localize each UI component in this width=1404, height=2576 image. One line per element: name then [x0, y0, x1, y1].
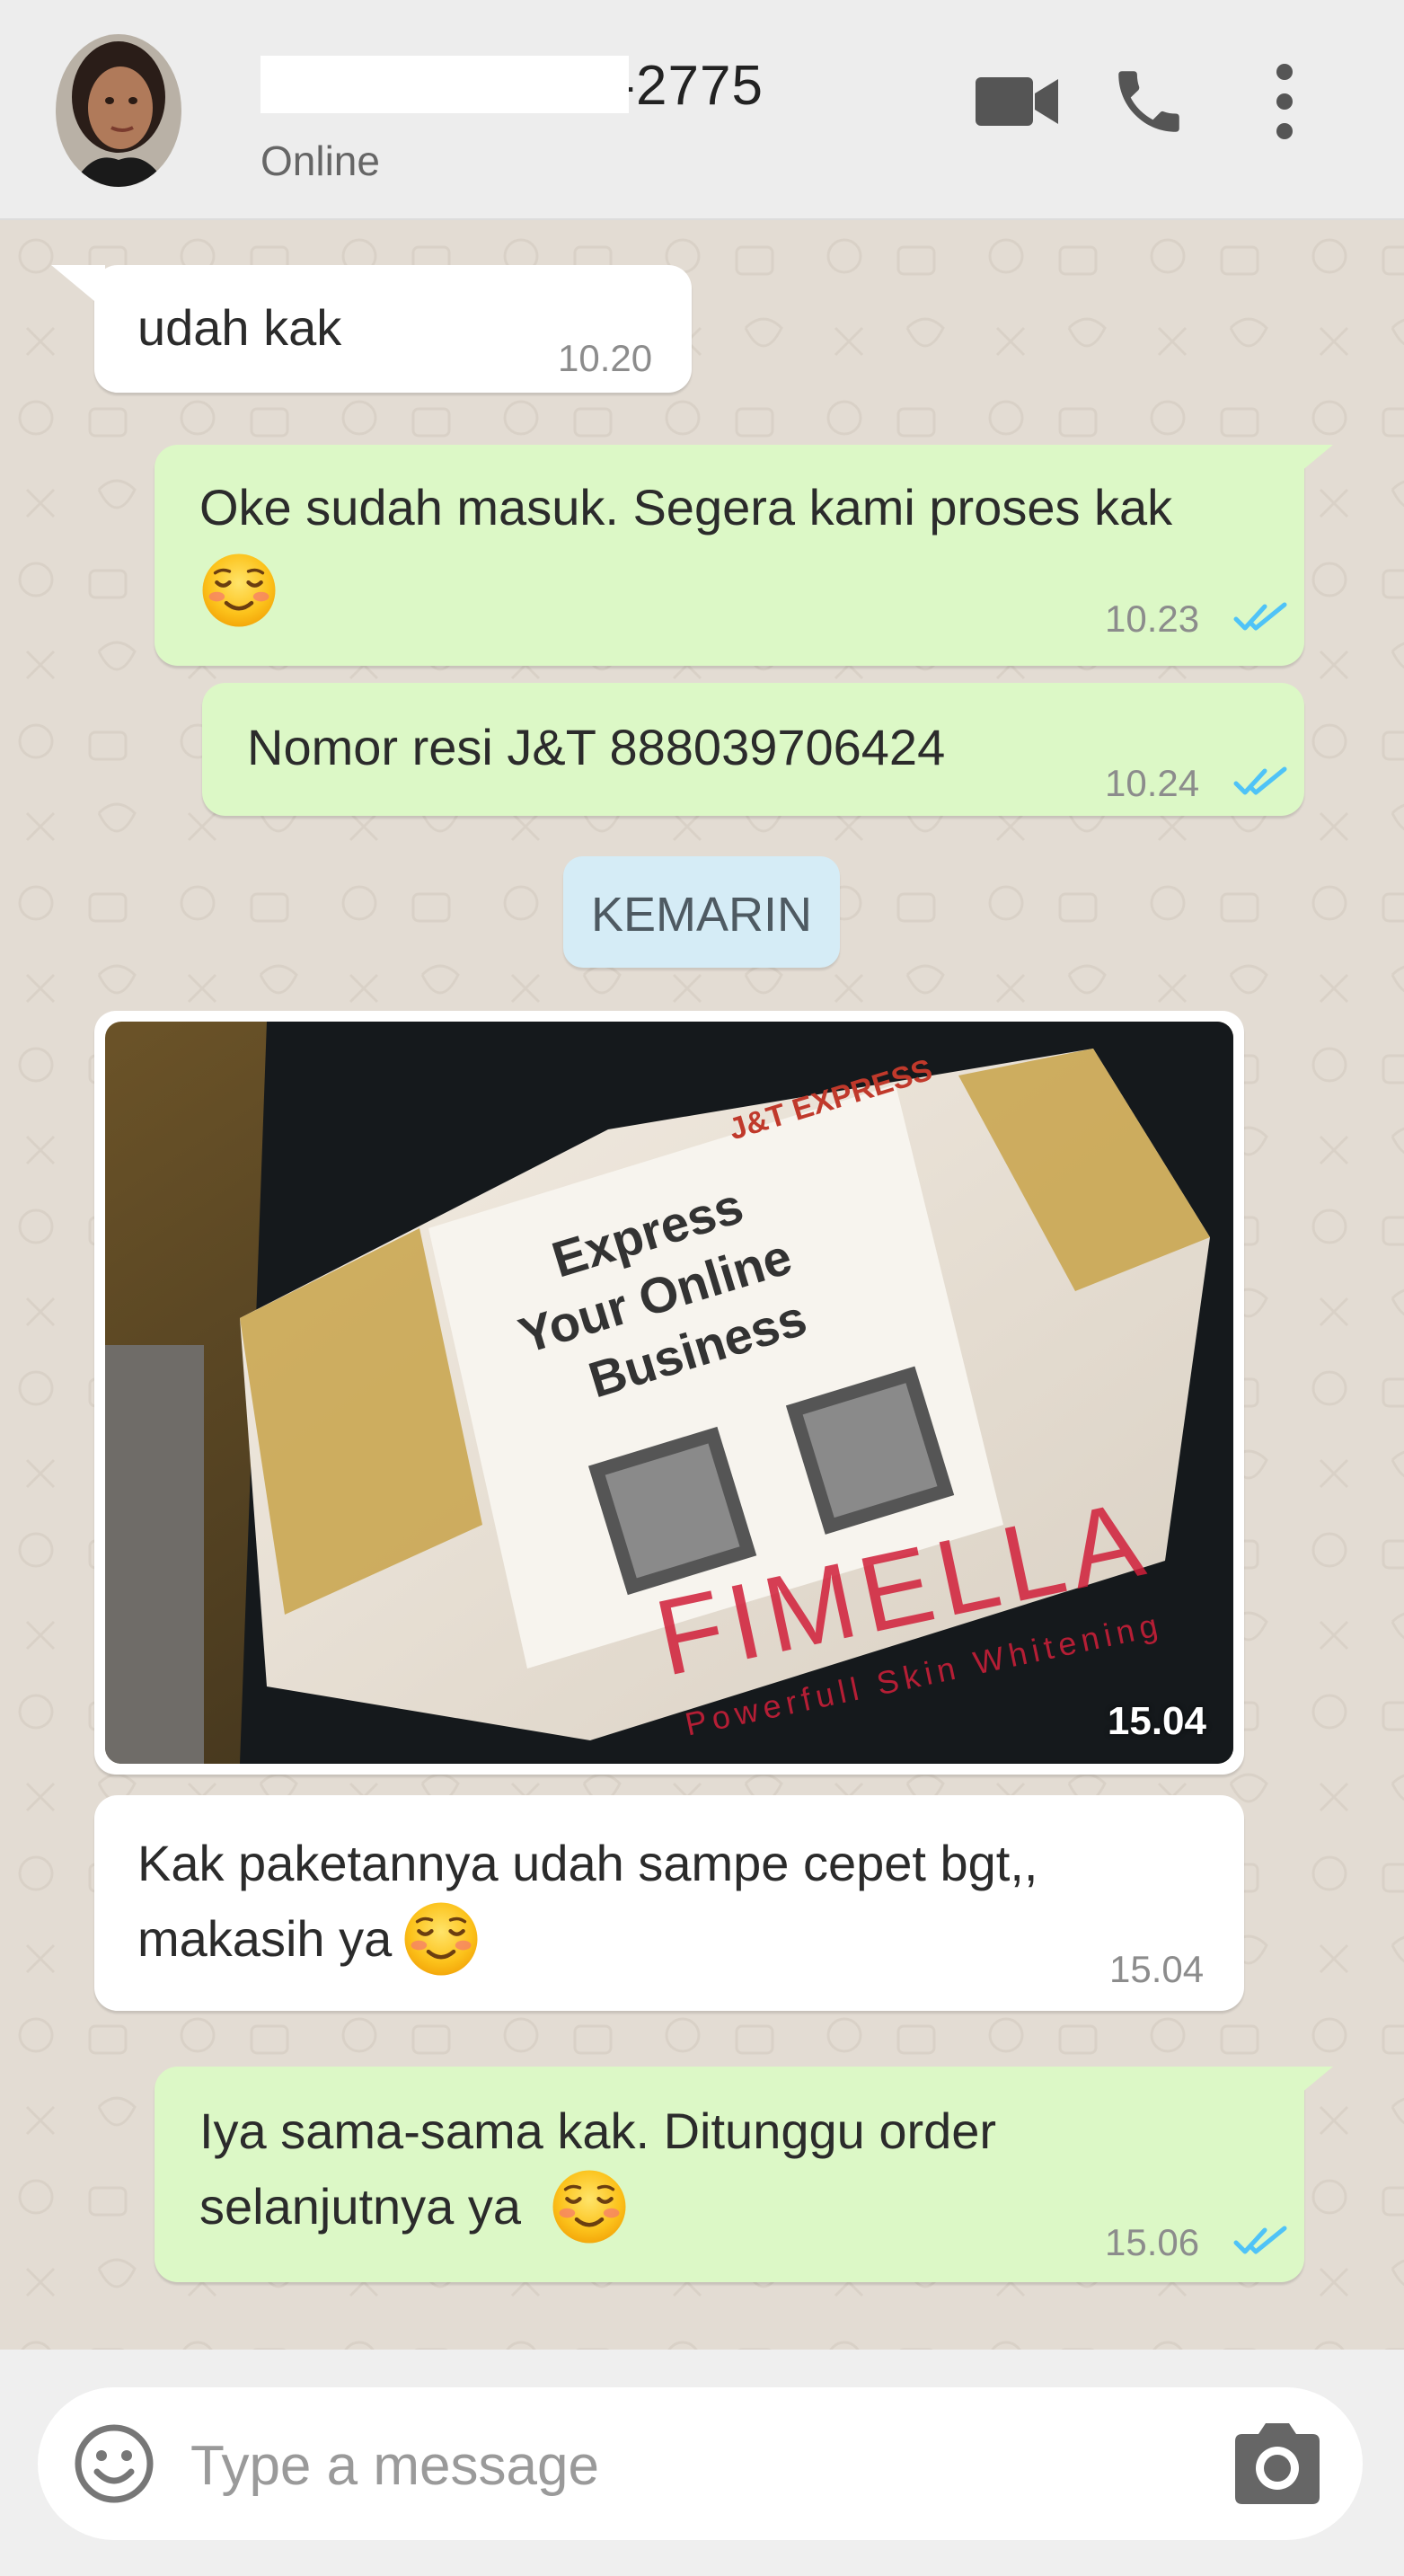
message-time: 10.20 — [558, 337, 653, 379]
message-input-placeholder[interactable]: Type a message — [190, 2434, 599, 2498]
message-bubble-outgoing[interactable]: Nomor resi J&T 888039706424 10.24 — [202, 683, 1304, 816]
image-time: 15.04 — [1107, 1699, 1206, 1743]
message-bubble-outgoing[interactable]: Iya sama-sama kak. Ditunggu order selanj… — [155, 2067, 1333, 2282]
message-text: udah kak — [137, 299, 342, 356]
image-message-bubble[interactable]: J&T EXPRESS Express Your Online Business… — [94, 1011, 1244, 1775]
read-ticks-icon — [1232, 2223, 1290, 2259]
message-input[interactable]: Type a message — [38, 2387, 1363, 2540]
message-text: Nomor resi J&T 888039706424 — [247, 719, 946, 775]
emoji-icon[interactable] — [72, 2421, 156, 2506]
package-photo[interactable]: J&T EXPRESS Express Your Online Business… — [105, 1022, 1233, 1764]
smiling-face-emoji-icon — [402, 1899, 481, 1978]
read-ticks-icon — [1232, 599, 1290, 635]
date-divider: KEMARIN — [563, 856, 840, 968]
message-text-line2: makasih ya — [137, 1910, 393, 1967]
message-time: 15.04 — [1109, 1948, 1205, 1990]
bubble-tail — [1279, 2067, 1333, 2111]
camera-icon[interactable] — [1228, 2421, 1327, 2506]
chat-area[interactable]: udah kak 10.20 Oke sudah masuk. Segera k… — [0, 220, 1404, 2350]
message-bubble-incoming[interactable]: udah kak 10.20 — [51, 265, 692, 393]
contact-avatar[interactable] — [56, 34, 181, 187]
more-vert-icon[interactable] — [1262, 61, 1307, 146]
message-time: 15.06 — [1105, 2221, 1200, 2263]
message-time: 10.23 — [1105, 598, 1200, 640]
redaction-mask — [260, 56, 629, 113]
message-bubble-outgoing[interactable]: Oke sudah masuk. Segera kami proses kak … — [155, 445, 1333, 666]
smiling-face-emoji-icon — [550, 2167, 629, 2246]
message-input-bar: Type a message — [0, 2350, 1404, 2576]
message-time: 10.24 — [1105, 762, 1200, 804]
bubble-tail — [1279, 445, 1333, 490]
message-text: Oke sudah masuk. Segera kami proses kak — [199, 479, 1173, 536]
contact-status: Online — [260, 137, 380, 184]
message-text-line1: Kak paketannya udah sampe cepet bgt,, — [137, 1835, 1038, 1891]
message-bubble-incoming[interactable]: Kak paketannya udah sampe cepet bgt,, ma… — [94, 1795, 1244, 2011]
chat-header: +62 878-0000-2775 Online — [0, 0, 1404, 220]
bubble-tail — [51, 265, 105, 310]
message-text-line2: selanjutnya ya — [199, 2178, 522, 2235]
read-ticks-icon — [1232, 764, 1290, 800]
video-call-icon[interactable] — [972, 61, 1062, 146]
voice-call-icon[interactable] — [1108, 61, 1189, 146]
message-text-line1: Iya sama-sama kak. Ditunggu order — [199, 2102, 997, 2159]
smiling-face-emoji-icon — [199, 551, 278, 630]
date-divider-label: KEMARIN — [590, 888, 813, 942]
